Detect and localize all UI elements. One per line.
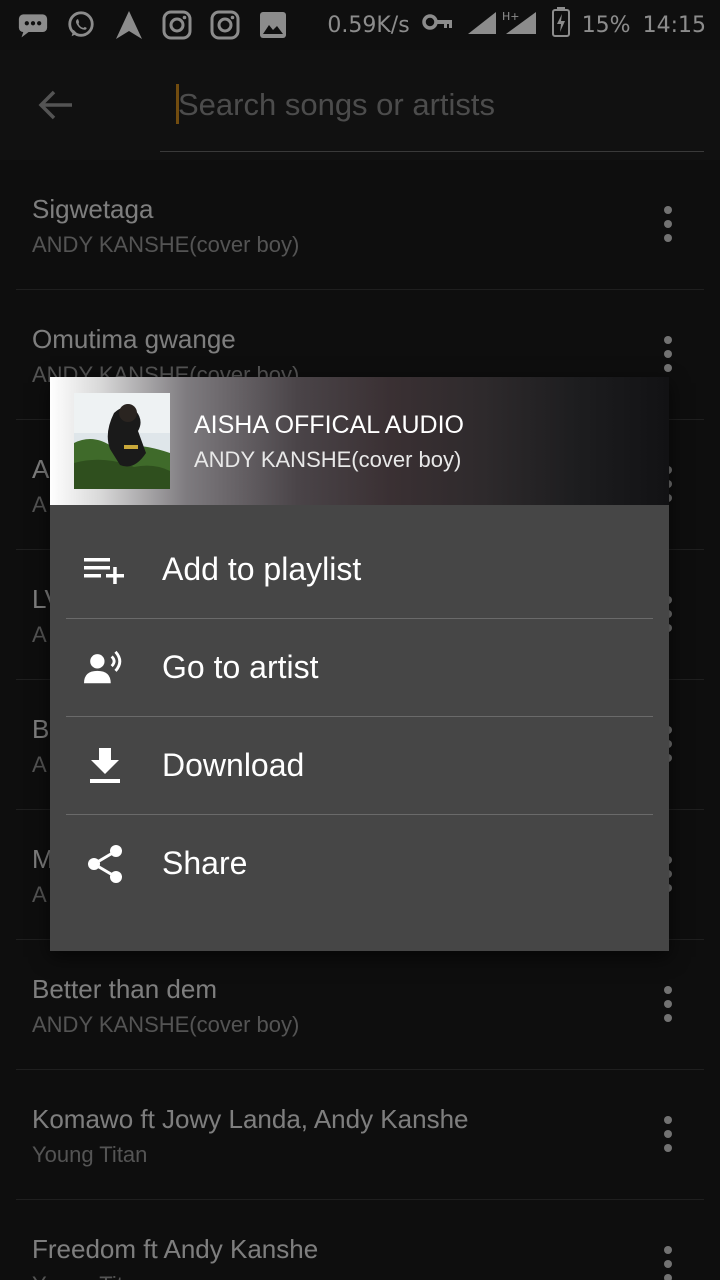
menu-go-to-artist[interactable]: Go to artist (66, 619, 653, 717)
song-options-dialog: AISHA OFFICAL AUDIO ANDY KANSHE(cover bo… (50, 377, 669, 951)
playlist-add-icon (84, 550, 126, 590)
dialog-header: AISHA OFFICAL AUDIO ANDY KANSHE(cover bo… (50, 377, 669, 505)
menu-download[interactable]: Download (66, 717, 653, 815)
share-icon (84, 844, 126, 884)
dialog-song-artist: ANDY KANSHE(cover boy) (194, 447, 462, 472)
menu-share[interactable]: Share (66, 815, 653, 913)
menu-label: Download (162, 747, 305, 783)
download-icon (84, 746, 126, 786)
dialog-song-title: AISHA OFFICAL AUDIO (194, 411, 464, 439)
menu-add-to-playlist[interactable]: Add to playlist (66, 521, 653, 619)
menu-label: Share (162, 845, 248, 881)
menu-label: Go to artist (162, 649, 319, 685)
menu-label: Add to playlist (162, 551, 362, 587)
artist-voice-icon (84, 648, 126, 688)
album-art (74, 393, 170, 489)
